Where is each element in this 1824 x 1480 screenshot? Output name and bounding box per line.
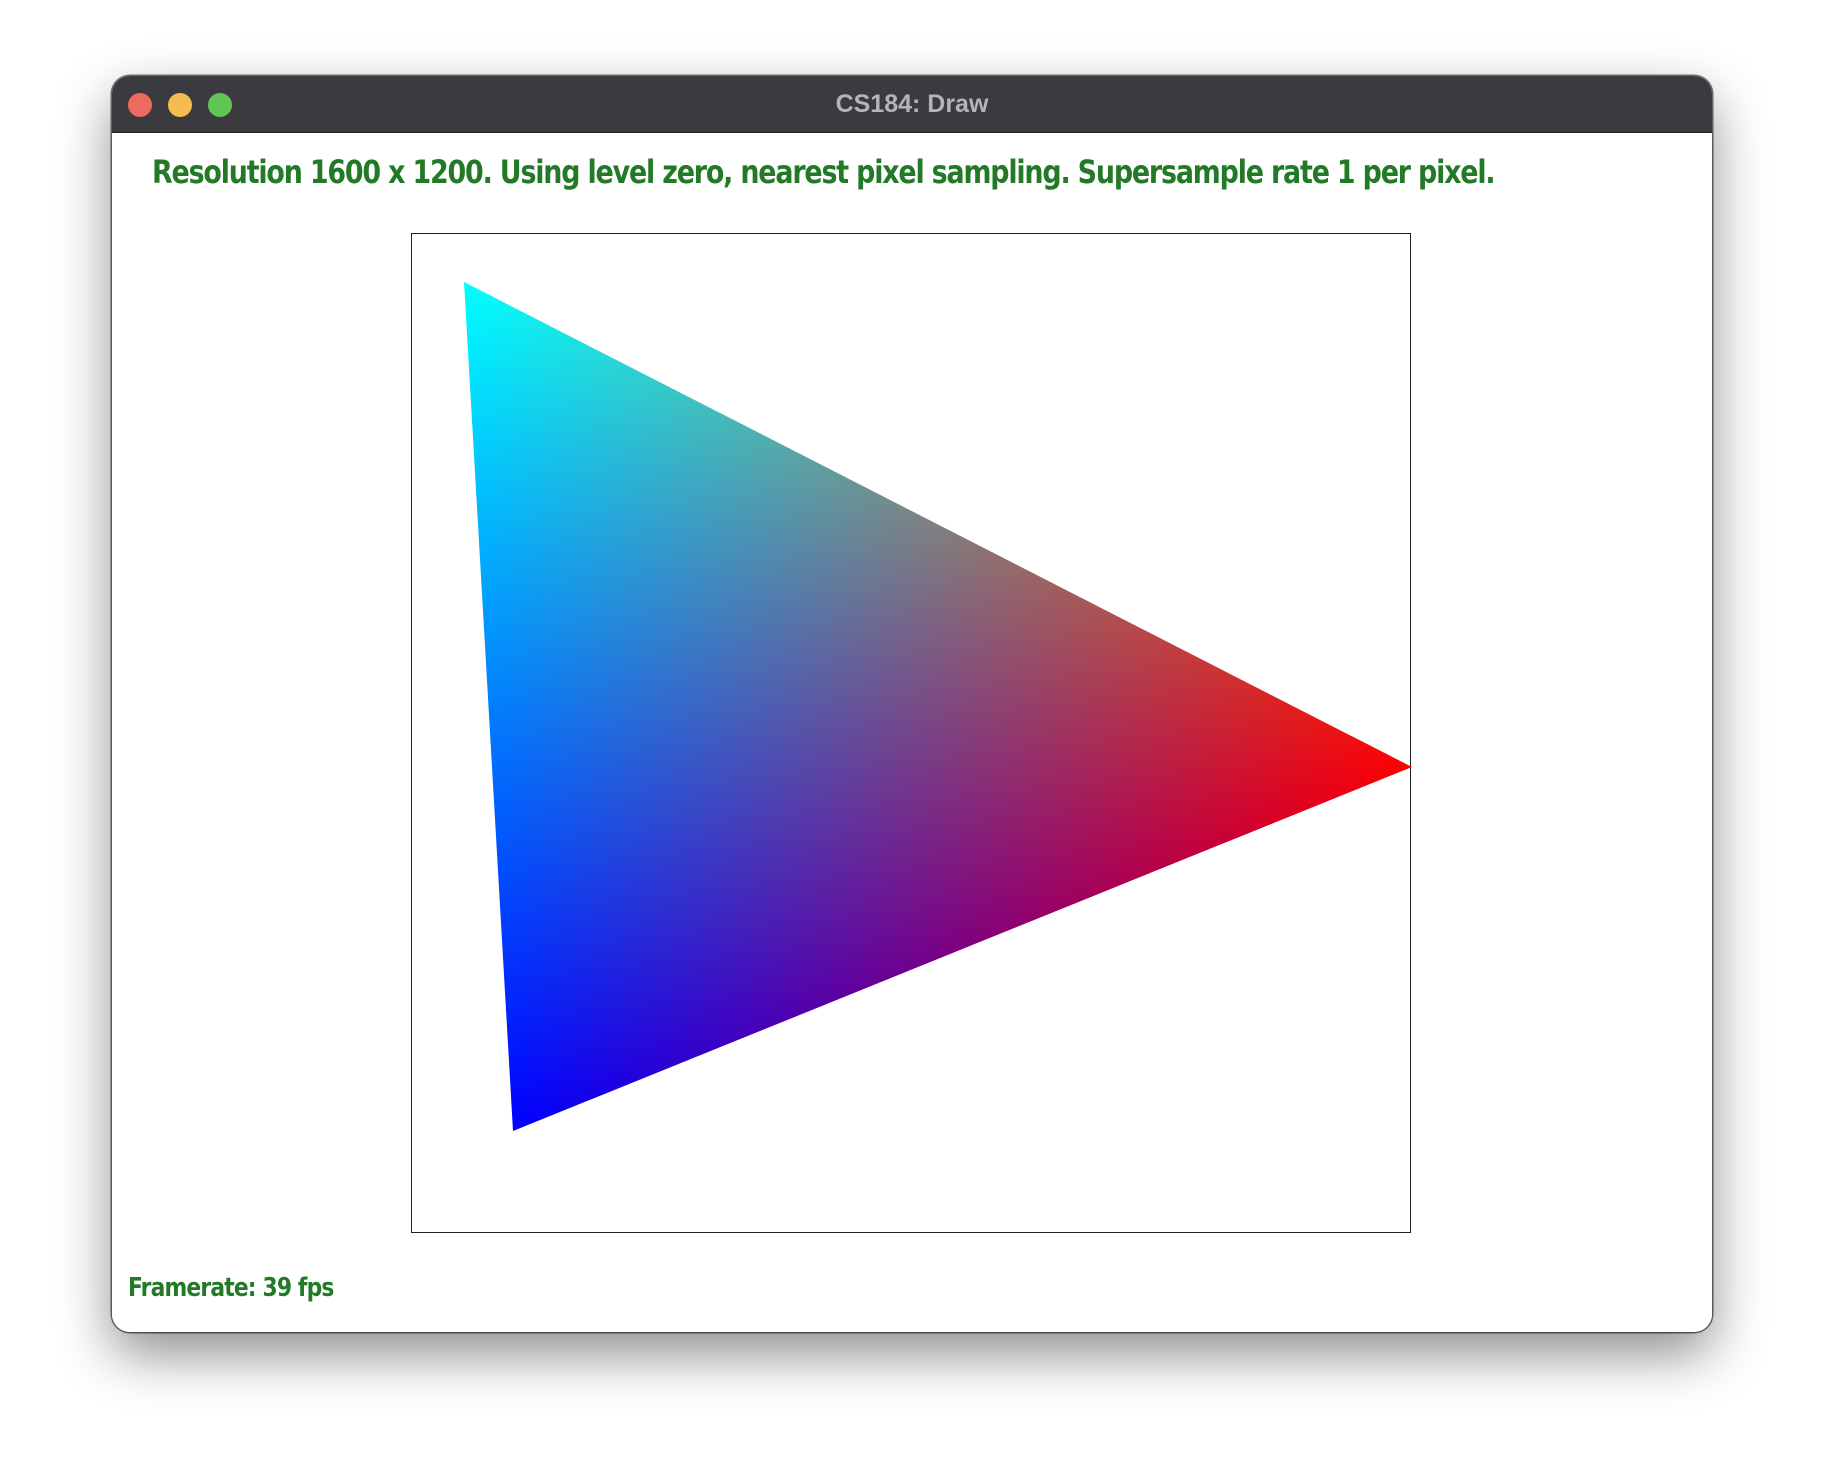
render-canvas[interactable]: [411, 233, 1412, 1233]
color-triangle: [464, 282, 1412, 1131]
draw-viewport[interactable]: Resolution 1600 x 1200. Using level zero…: [112, 133, 1712, 1332]
app-window: CS184: Draw Resolution 1600 x 1200. Usin…: [112, 76, 1712, 1332]
status-text: Resolution 1600 x 1200. Using level zero…: [152, 153, 1496, 191]
framerate-label: Framerate: 39 fps: [128, 1273, 334, 1303]
triangle-svg: [464, 282, 1412, 1131]
window-title: CS184: Draw: [835, 90, 989, 118]
title-bar[interactable]: CS184: Draw: [112, 76, 1712, 133]
